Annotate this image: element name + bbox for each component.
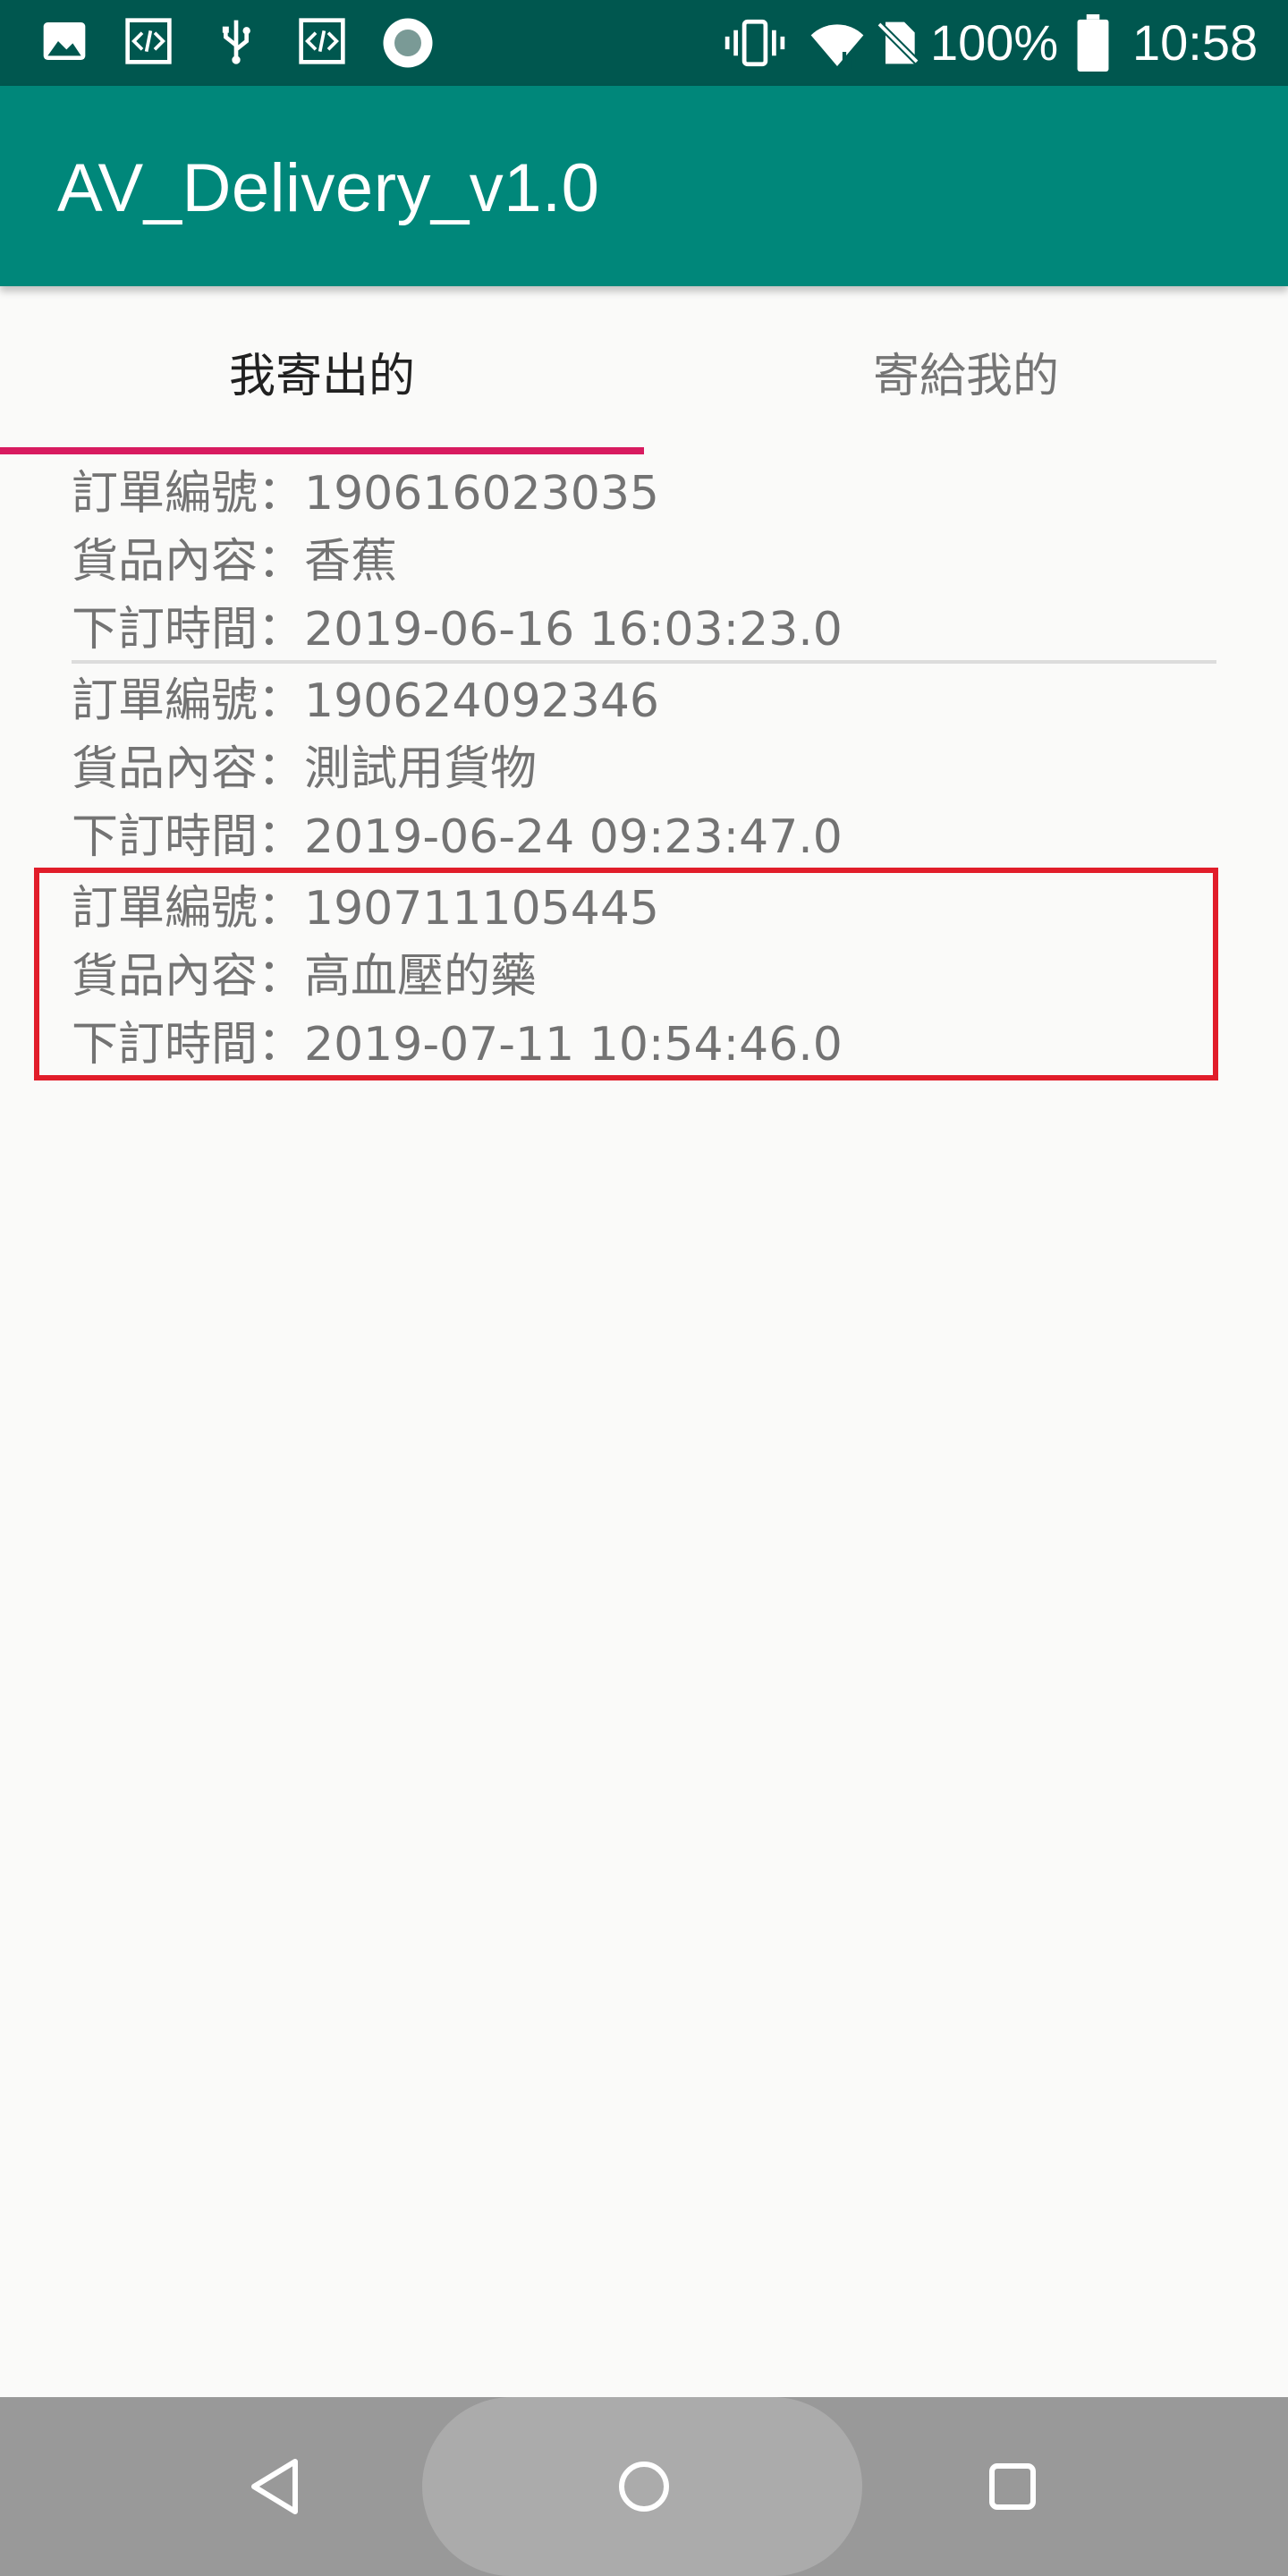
code-icon [299, 18, 345, 64]
order-content: 貨品內容：高血壓的藥 [72, 950, 538, 1004]
list-divider [72, 660, 1216, 664]
no-sim-icon [877, 21, 919, 64]
list-item-order-1[interactable]: 訂單編號：190616023035 貨品內容：香蕉 下訂時間：2019-06-1… [72, 460, 1216, 664]
order-time: 下訂時間：2019-06-16 16:03:23.0 [72, 603, 843, 657]
back-icon[interactable] [231, 2442, 320, 2531]
order-number: 訂單編號：190711105445 [72, 882, 660, 936]
clock: 10:58 [1132, 14, 1258, 71]
order-number: 訂單編號：190616023035 [72, 467, 660, 521]
status-bar: 100% 10:58 [0, 0, 1288, 86]
tab-indicator [0, 447, 644, 454]
order-time: 下訂時間：2019-07-11 10:54:46.0 [72, 1018, 843, 1072]
code-icon [125, 18, 172, 64]
tab-bar: 我寄出的 寄給我的 [0, 286, 1288, 456]
order-content: 貨品內容：測試用貨物 [72, 742, 538, 796]
usb-icon [222, 20, 250, 64]
battery-icon [1077, 14, 1109, 72]
order-number: 訂單編號：190624092346 [72, 674, 660, 728]
tab-received-label: 寄給我的 [872, 349, 1059, 403]
order-time: 下訂時間：2019-06-24 09:23:47.0 [72, 810, 843, 864]
wifi-icon [810, 24, 864, 72]
image-icon [43, 22, 86, 60]
order-content: 貨品內容：香蕉 [72, 535, 398, 589]
battery-percent: 100% [930, 14, 1059, 71]
recents-icon[interactable] [968, 2442, 1057, 2531]
app-title: AV_Delivery_v1.0 [57, 150, 600, 226]
tab-sent[interactable]: 我寄出的 [0, 286, 644, 456]
app-bar: AV_Delivery_v1.0 [0, 86, 1288, 286]
list-item-order-2[interactable]: 訂單編號：190624092346 貨品內容：測試用貨物 下訂時間：2019-0… [72, 667, 1216, 871]
screen: 100% 10:58 AV_Delivery_v1.0 我寄出的 寄給我的 訂單… [0, 0, 1288, 2576]
tab-received[interactable]: 寄給我的 [644, 286, 1288, 456]
record-icon [383, 18, 433, 68]
nav-bar [0, 2397, 1288, 2576]
list-item-order-3[interactable]: 訂單編號：190711105445 貨品內容：高血壓的藥 下訂時間：2019-0… [72, 875, 1216, 1079]
home-icon[interactable] [599, 2442, 689, 2531]
tab-sent-label: 我寄出的 [228, 349, 415, 403]
vibrate-icon [724, 19, 785, 67]
